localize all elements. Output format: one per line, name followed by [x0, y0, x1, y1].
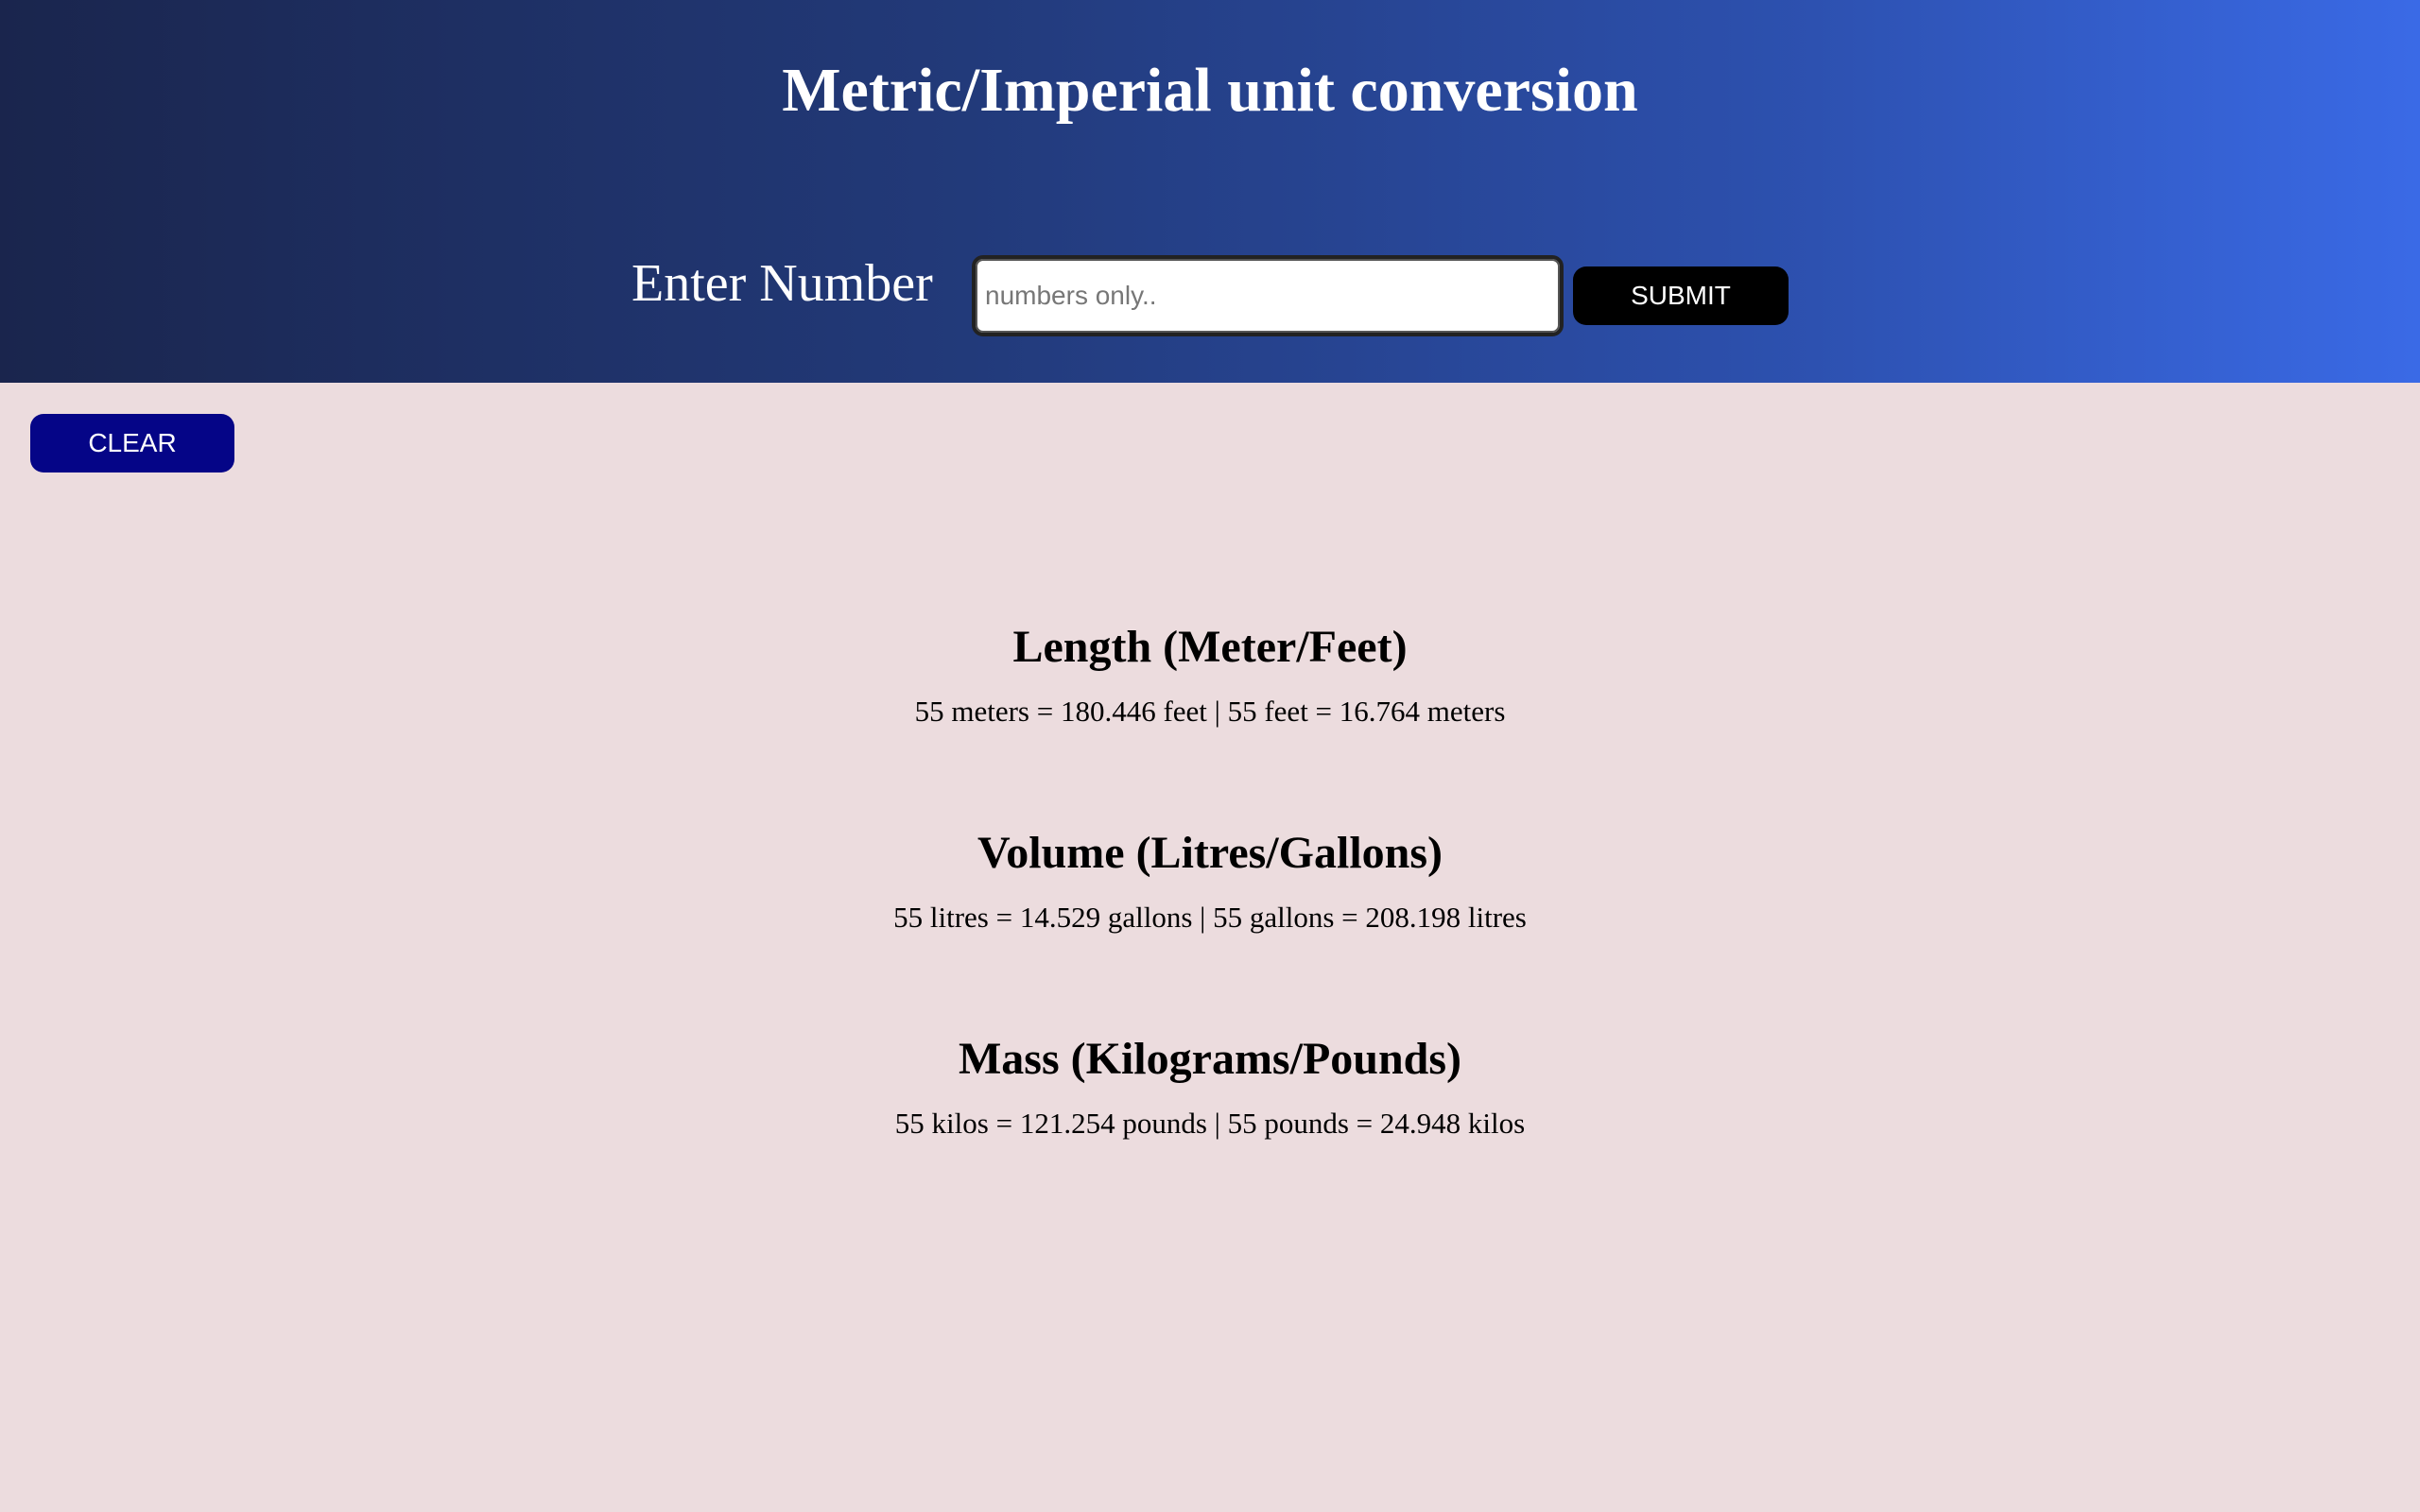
volume-title: Volume (Litres/Gallons) — [977, 828, 1443, 878]
page-title: Metric/Imperial unit conversion — [782, 56, 1638, 125]
length-title: Length (Meter/Feet) — [1012, 622, 1408, 672]
header: Metric/Imperial unit conversion Enter Nu… — [0, 0, 2420, 383]
mass-text: 55 kilos = 121.254 pounds | 55 pounds = … — [894, 1107, 1526, 1140]
mass-title: Mass (Kilograms/Pounds) — [958, 1034, 1462, 1084]
submit-button[interactable]: SUBMIT — [1573, 266, 1789, 325]
mass-result: Mass (Kilograms/Pounds) 55 kilos = 121.2… — [0, 1026, 2420, 1232]
number-input[interactable] — [972, 255, 1564, 336]
volume-result: Volume (Litres/Gallons) 55 litres = 14.5… — [0, 820, 2420, 1026]
length-text: 55 meters = 180.446 feet | 55 feet = 16.… — [914, 695, 1506, 728]
volume-text: 55 litres = 14.529 gallons | 55 gallons … — [893, 901, 1527, 934]
enter-number-label: Enter Number — [631, 254, 933, 313]
length-result: Length (Meter/Feet) 55 meters = 180.446 … — [0, 614, 2420, 820]
clear-button[interactable]: CLEAR — [30, 414, 234, 472]
results-section: Length (Meter/Feet) 55 meters = 180.446 … — [0, 614, 2420, 1232]
